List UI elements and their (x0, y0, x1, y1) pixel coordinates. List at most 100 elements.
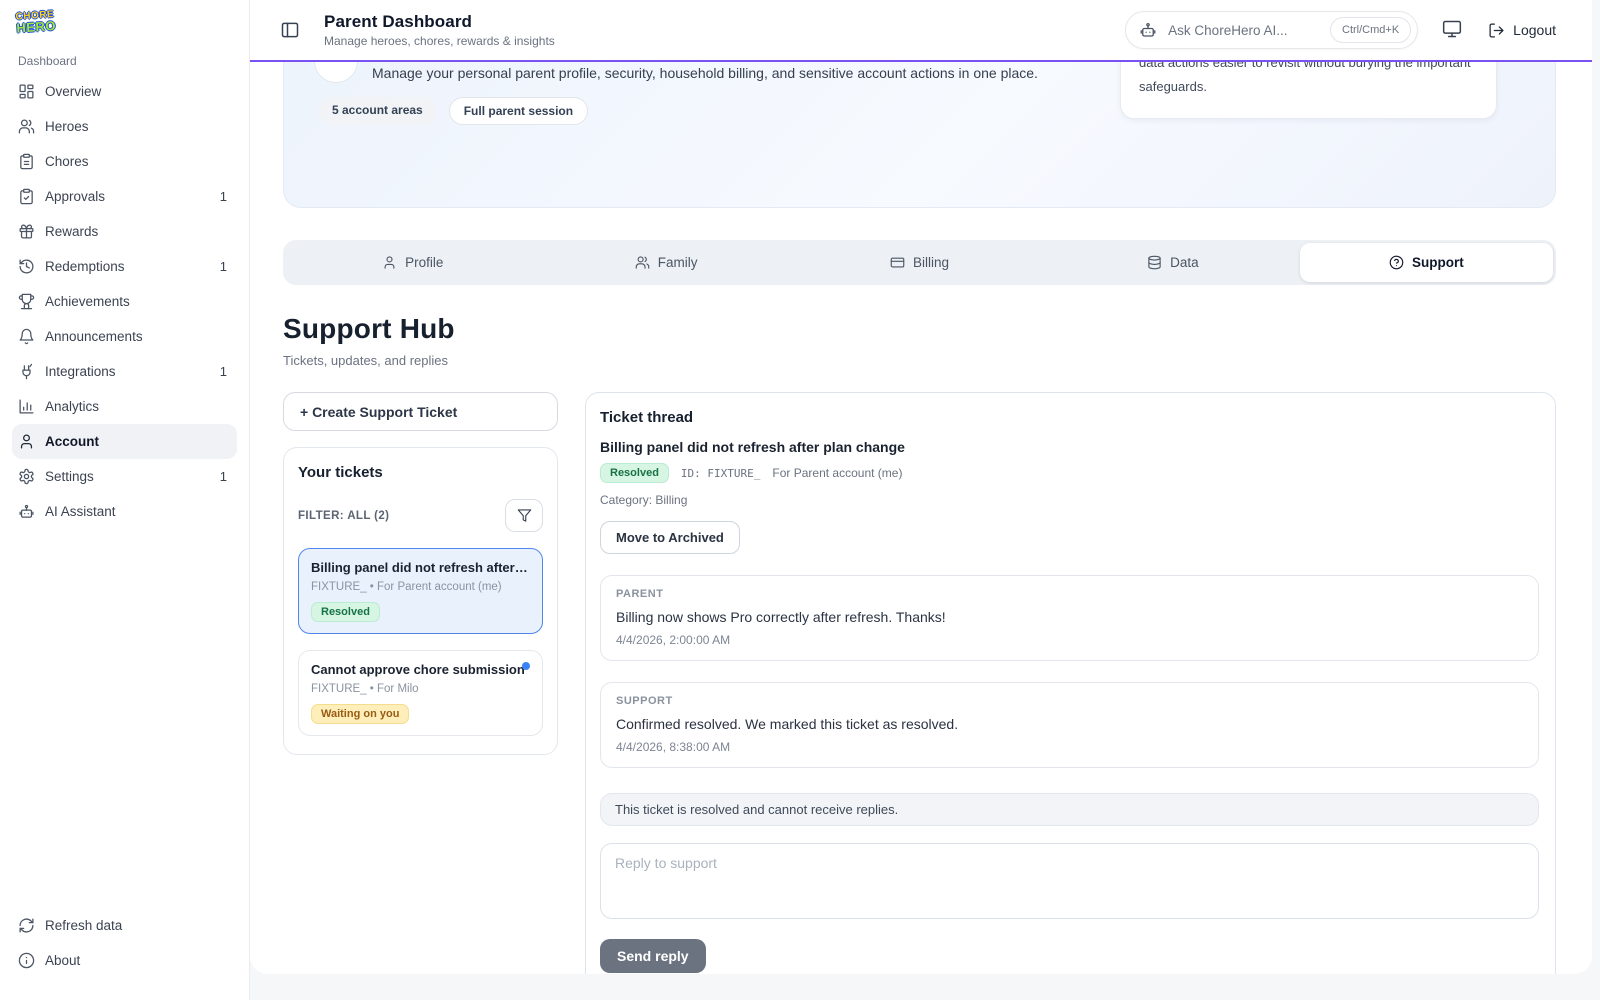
user-icon (18, 433, 35, 450)
bell-icon (18, 328, 35, 345)
help-circle-icon (1389, 255, 1404, 270)
bot-icon (18, 503, 35, 520)
user-icon (382, 255, 397, 270)
layout-dashboard-icon (18, 83, 35, 100)
users-icon (635, 255, 650, 270)
sidebar-item-analytics[interactable]: Analytics (12, 389, 237, 424)
create-support-ticket-button[interactable]: + Create Support Ticket (283, 392, 558, 431)
keyboard-shortcut-badge: Ctrl/Cmd+K (1330, 17, 1411, 43)
ai-search-box: Ctrl/Cmd+K (1125, 11, 1418, 49)
support-hub-title: Support Hub (283, 313, 1556, 345)
trophy-icon (18, 293, 35, 310)
clipboard-check-icon (18, 188, 35, 205)
sidebar-item-label: Approvals (45, 189, 210, 204)
thread-status-line: Resolved ID: FIXTURE_ For Parent account… (600, 463, 1539, 483)
sidebar-footer: Refresh data About (12, 908, 237, 978)
credit-card-icon (890, 255, 905, 270)
tab-family[interactable]: Family (539, 243, 792, 282)
logout-button[interactable]: Logout (1488, 22, 1556, 39)
users-icon (18, 118, 35, 135)
account-overview-card: Manage your personal parent profile, sec… (283, 62, 1556, 208)
gear-icon (18, 468, 35, 485)
sidebar-item-label: Account (45, 434, 227, 449)
chorehero-logo: CHORE HERO (15, 10, 64, 33)
ticket-list-item[interactable]: Cannot approve chore submission FIXTURE_… (298, 650, 543, 736)
page-title: Parent Dashboard (324, 12, 555, 32)
ticket-list-item[interactable]: Billing panel did not refresh after plan… (298, 548, 543, 634)
sidebar-item-achievements[interactable]: Achievements (12, 284, 237, 319)
header: Parent Dashboard Manage heroes, chores, … (250, 0, 1592, 62)
refresh-icon (18, 917, 35, 934)
database-icon (1147, 255, 1162, 270)
account-overview-description: Manage your personal parent profile, sec… (314, 62, 1120, 81)
reply-textarea[interactable] (600, 843, 1539, 919)
page-subtitle: Manage heroes, chores, rewards & insight… (324, 34, 555, 48)
sidebar-item-integrations[interactable]: Integrations 1 (12, 354, 237, 389)
ticket-thread-panel: Ticket thread Billing panel did not refr… (585, 392, 1556, 974)
clipboard-icon (18, 153, 35, 170)
sidebar-item-account[interactable]: Account (12, 424, 237, 459)
sidebar-item-overview[interactable]: Overview (12, 74, 237, 109)
sidebar-section-label: Dashboard (18, 54, 237, 68)
sidebar-item-chores[interactable]: Chores (12, 144, 237, 179)
ticket-meta: FIXTURE_ • For Milo (311, 683, 530, 695)
tab-data[interactable]: Data (1046, 243, 1299, 282)
refresh-data-label: Refresh data (45, 918, 227, 933)
tab-profile[interactable]: Profile (286, 243, 539, 282)
sidebar-item-redemptions[interactable]: Redemptions 1 (12, 249, 237, 284)
header-actions: Ctrl/Cmd+K Logout (1125, 11, 1572, 49)
parent-session-badge: Full parent session (449, 97, 588, 125)
ticket-for-label: For Parent account (me) (772, 466, 902, 480)
sidebar-item-label: Rewards (45, 224, 227, 239)
tab-label: Support (1412, 255, 1464, 270)
sidebar-nav: Overview Heroes Chores Approvals 1 Rewar… (12, 74, 237, 529)
message-role: PARENT (616, 588, 1523, 600)
history-icon (18, 258, 35, 275)
sidebar-item-label: Announcements (45, 329, 227, 344)
tab-support[interactable]: Support (1300, 243, 1553, 282)
tab-label: Family (658, 255, 698, 270)
main-area: Parent Dashboard Manage heroes, chores, … (250, 0, 1592, 1000)
sidebar-item-label: Achievements (45, 294, 227, 309)
filter-row: FILTER: ALL (2) (298, 499, 543, 532)
sidebar-item-announcements[interactable]: Announcements (12, 319, 237, 354)
monitor-icon (1442, 19, 1462, 39)
thread-subject: Billing panel did not refresh after plan… (600, 439, 1539, 455)
status-badge: Resolved (600, 463, 669, 483)
plug-icon (18, 363, 35, 380)
message-parent: PARENT Billing now shows Pro correctly a… (600, 575, 1539, 661)
about-button[interactable]: About (12, 943, 237, 978)
message-support: SUPPORT Confirmed resolved. We marked th… (600, 682, 1539, 768)
title-block: Parent Dashboard Manage heroes, chores, … (324, 12, 555, 48)
send-reply-button[interactable]: Send reply (600, 939, 706, 973)
sidebar-item-badge: 1 (220, 469, 227, 484)
sidebar-item-ai-assistant[interactable]: AI Assistant (12, 494, 237, 529)
sidebar-item-label: Redemptions (45, 259, 210, 274)
tab-billing[interactable]: Billing (793, 243, 1046, 282)
move-to-archived-button[interactable]: Move to Archived (600, 521, 740, 554)
tip-box: Shorter subtabs keep profile, family acc… (1120, 62, 1497, 119)
message-role: SUPPORT (616, 695, 1523, 707)
filter-label: FILTER: ALL (2) (298, 510, 389, 522)
sidebar-item-approvals[interactable]: Approvals 1 (12, 179, 237, 214)
sidebar-item-settings[interactable]: Settings 1 (12, 459, 237, 494)
sidebar-item-label: AI Assistant (45, 504, 227, 519)
message-text: Confirmed resolved. We marked this ticke… (616, 716, 1523, 732)
info-icon (18, 952, 35, 969)
ticket-category: Category: Billing (600, 493, 1539, 507)
sidebar-item-label: Chores (45, 154, 227, 169)
display-toggle-button[interactable] (1442, 19, 1464, 41)
sidebar-item-label: Overview (45, 84, 227, 99)
account-areas-badge: 5 account areas (318, 97, 437, 125)
sidebar-item-rewards[interactable]: Rewards (12, 214, 237, 249)
filter-button[interactable] (505, 499, 543, 532)
sidebar-item-label: Analytics (45, 399, 227, 414)
account-subtabs: Profile Family Billing Data Support (283, 240, 1556, 285)
thread-title: Ticket thread (600, 409, 1539, 426)
account-overview-left: Manage your personal parent profile, sec… (314, 62, 1120, 191)
sidebar-toggle-button[interactable] (280, 19, 302, 41)
sidebar-item-heroes[interactable]: Heroes (12, 109, 237, 144)
refresh-data-button[interactable]: Refresh data (12, 908, 237, 943)
sidebar-item-label: Settings (45, 469, 210, 484)
sidebar-item-badge: 1 (220, 364, 227, 379)
